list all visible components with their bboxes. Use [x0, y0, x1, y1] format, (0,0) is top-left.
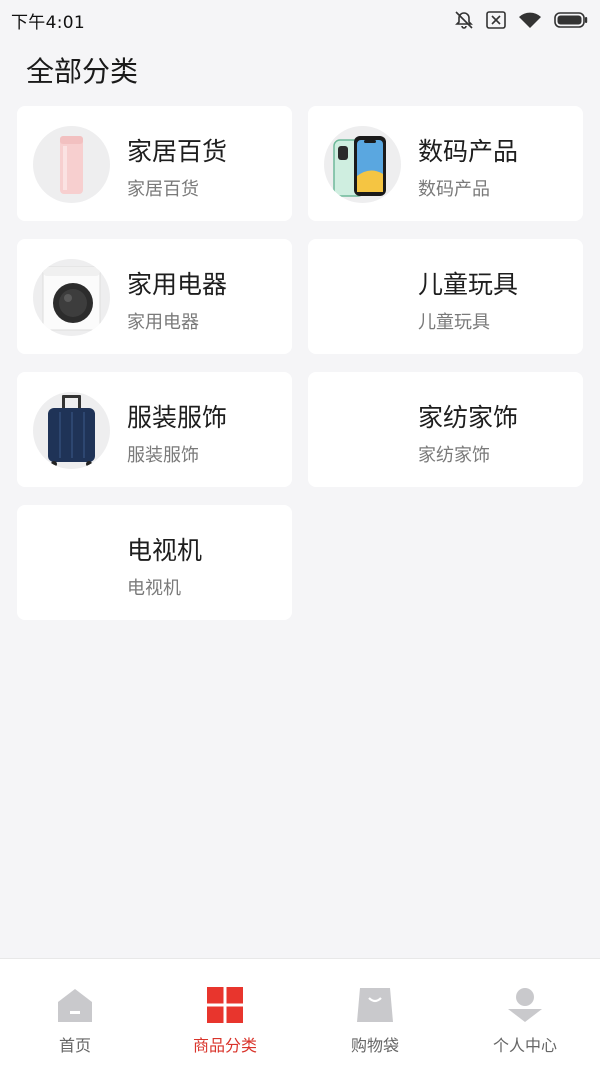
bottom-tab-bar: 首页 商品分类 购物袋 个人中心: [0, 958, 600, 1067]
wifi-icon: [519, 12, 541, 28]
category-card-tv[interactable]: 电视机 电视机: [17, 505, 292, 620]
category-card-home-textiles[interactable]: 家纺家饰 家纺家饰: [308, 372, 583, 487]
category-title: 家居百货: [127, 137, 228, 166]
battery-icon: [554, 12, 588, 28]
tab-label: 个人中心: [492, 1036, 557, 1055]
suitcase-image: [33, 392, 110, 469]
category-subtitle: 儿童玩具: [418, 312, 490, 333]
category-card-digital[interactable]: 数码产品 数码产品: [308, 106, 583, 221]
tab-shopping-bag[interactable]: 购物袋: [300, 959, 450, 1067]
status-icons: [454, 10, 588, 30]
category-title: 数码产品: [418, 137, 519, 166]
category-title: 服装服饰: [127, 403, 228, 432]
category-card-home-goods[interactable]: 家居百货 家居百货: [17, 106, 292, 221]
category-card-apparel[interactable]: 服装服饰 服装服饰: [17, 372, 292, 487]
status-time: 下午4:01: [11, 12, 85, 33]
tab-profile[interactable]: 个人中心: [450, 959, 600, 1067]
tab-categories[interactable]: 商品分类: [150, 959, 300, 1067]
tab-label: 商品分类: [192, 1036, 257, 1055]
washing-machine-image: [33, 259, 110, 336]
tab-label: 首页: [58, 1036, 91, 1055]
category-subtitle: 电视机: [127, 578, 181, 599]
smartphone-image: [324, 126, 401, 203]
category-title: 家用电器: [127, 270, 228, 299]
category-card-toys[interactable]: 儿童玩具 儿童玩具: [308, 239, 583, 354]
category-title: 儿童玩具: [418, 270, 519, 299]
category-image-placeholder: [324, 392, 401, 469]
shopping-bag-icon: [355, 985, 395, 1025]
category-image-placeholder: [33, 525, 110, 602]
user-icon: [505, 985, 545, 1025]
category-title: 家纺家饰: [418, 403, 519, 432]
status-bar: 下午4:01: [0, 0, 600, 40]
sim-off-icon: [486, 11, 506, 29]
thermos-cup-image: [33, 126, 110, 203]
category-subtitle: 家居百货: [127, 179, 199, 200]
category-subtitle: 数码产品: [418, 179, 490, 200]
tab-label: 购物袋: [350, 1036, 399, 1055]
mute-icon: [455, 11, 473, 29]
category-grid-icon: [205, 985, 245, 1025]
page-title: 全部分类: [26, 55, 139, 88]
category-card-appliances[interactable]: 家用电器 家用电器: [17, 239, 292, 354]
category-subtitle: 家纺家饰: [418, 445, 490, 466]
category-grid: 家居百货 家居百货 数码产品 数码产品 家用电器 家用电器 儿童玩具 儿童玩具 …: [17, 106, 583, 620]
category-title: 电视机: [127, 536, 203, 565]
category-image-placeholder: [324, 259, 401, 336]
tab-home[interactable]: 首页: [0, 959, 150, 1067]
home-icon: [55, 985, 95, 1025]
category-subtitle: 家用电器: [127, 312, 199, 333]
category-subtitle: 服装服饰: [127, 445, 199, 466]
